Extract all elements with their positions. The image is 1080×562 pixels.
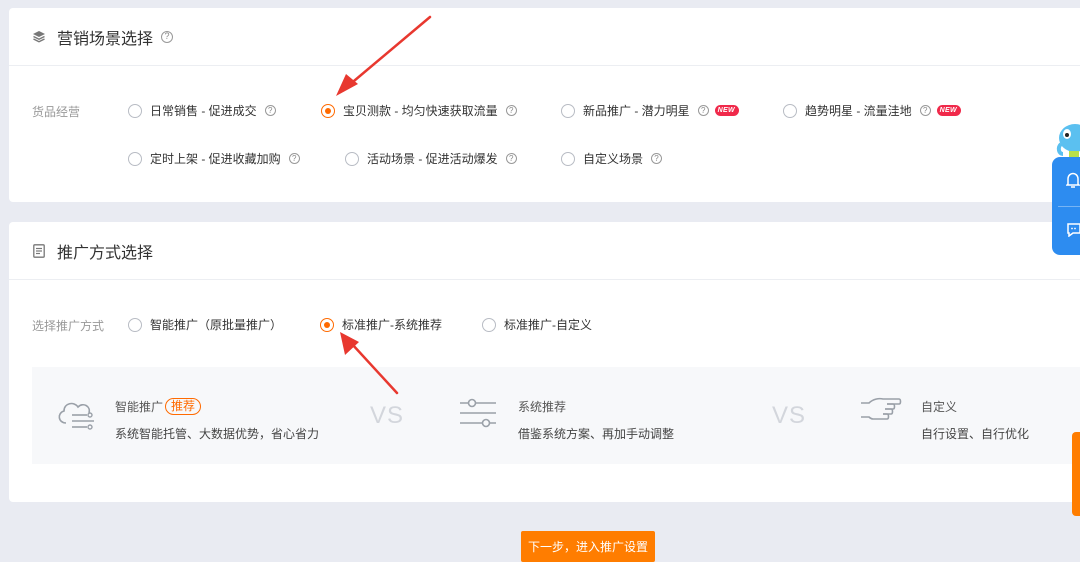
divider [1058, 206, 1080, 207]
marketing-scene-header: 营销场景选择 ? [9, 8, 1080, 66]
method-option-smart[interactable]: 智能推广（原批量推广） [128, 316, 282, 333]
sliders-icon [458, 395, 498, 434]
radio-button[interactable] [561, 151, 575, 166]
scene-option-activity[interactable]: 活动场景 - 促进活动爆发 ? [345, 150, 517, 167]
next-step-button[interactable]: 下一步，进入推广设置 [521, 531, 655, 562]
compare-smart: 智能推广 推荐 系统智能托管、大数据优势，省心省力 [115, 398, 319, 442]
scene-option-trend-star[interactable]: 趋势明星 - 流量洼地 ? NEW [783, 102, 961, 119]
help-icon[interactable]: ? [288, 153, 300, 164]
goods-operation-label: 货品经营 [32, 105, 81, 119]
help-icon[interactable]: ? [651, 153, 663, 164]
help-icon[interactable]: ? [505, 153, 517, 164]
compare-title: 自定义 [921, 400, 958, 414]
radio-button[interactable] [128, 317, 142, 332]
method-option-label: 标准推广-自定义 [504, 318, 592, 332]
floating-toolbar [1052, 157, 1080, 255]
method-option-standard-recommend[interactable]: 标准推广-系统推荐 [320, 316, 442, 333]
compare-desc: 借鉴系统方案、再加手动调整 [518, 427, 675, 441]
radio-button[interactable] [561, 103, 575, 118]
vs-label: VS [370, 402, 405, 429]
vs-label: VS [772, 402, 807, 429]
scene-option-product-test[interactable]: 宝贝测款 - 均匀快速获取流量 ? [321, 102, 517, 119]
chat-icon[interactable] [1066, 222, 1080, 240]
mascot-icon[interactable] [1055, 122, 1080, 158]
scene-option-new-product[interactable]: 新品推广 - 潜力明星 ? NEW [561, 102, 739, 119]
promotion-method-title: 推广方式选择 [57, 244, 154, 262]
method-option-standard-custom[interactable]: 标准推广-自定义 [482, 316, 592, 333]
marketing-scene-title: 营销场景选择 [57, 30, 154, 48]
scene-option-label: 自定义场景 [583, 152, 644, 166]
layers-icon [31, 29, 47, 45]
compare-system-recommend: 系统推荐 借鉴系统方案、再加手动调整 [518, 398, 674, 442]
scene-option-scheduled-listing[interactable]: 定时上架 - 促进收藏加购 ? [128, 150, 300, 167]
compare-title: 智能推广 [115, 400, 164, 414]
radio-button[interactable] [128, 151, 142, 166]
radio-button[interactable] [345, 151, 359, 166]
help-icon[interactable]: ? [919, 105, 931, 116]
side-feedback-tab[interactable] [1072, 432, 1080, 516]
help-icon[interactable]: ? [697, 105, 709, 116]
new-badge: NEW [714, 105, 739, 116]
cloud-flow-icon [54, 397, 100, 434]
scene-option-label: 定时上架 - 促进收藏加购 [150, 152, 281, 166]
method-option-label: 标准推广-系统推荐 [342, 318, 442, 332]
scene-option-label: 活动场景 - 促进活动爆发 [367, 152, 498, 166]
help-icon[interactable]: ? [505, 105, 517, 116]
compare-title: 系统推荐 [518, 400, 567, 414]
scene-option-label: 日常销售 - 促进成交 [150, 104, 257, 118]
method-comparison-panel: 智能推广 推荐 系统智能托管、大数据优势，省心省力 VS 系统推荐 借鉴系统方案… [32, 367, 1080, 464]
compare-desc: 系统智能托管、大数据优势，省心省力 [115, 427, 320, 441]
help-icon[interactable]: ? [264, 105, 276, 116]
hand-pointing-icon [859, 395, 903, 434]
radio-button-selected[interactable] [321, 103, 335, 118]
bell-icon[interactable] [1065, 172, 1080, 191]
compare-custom: 自定义 自行设置、自行优化 [921, 398, 1029, 442]
method-option-label: 智能推广（原批量推广） [150, 318, 283, 332]
compare-desc: 自行设置、自行优化 [921, 427, 1030, 441]
radio-button[interactable] [482, 317, 496, 332]
radio-button[interactable] [128, 103, 142, 118]
scene-option-label: 宝贝测款 - 均匀快速获取流量 [343, 104, 498, 118]
new-badge: NEW [936, 105, 961, 116]
scene-option-custom[interactable]: 自定义场景 ? [561, 150, 663, 167]
select-method-label: 选择推广方式 [32, 319, 105, 333]
radio-button[interactable] [783, 103, 797, 118]
radio-button-selected[interactable] [320, 317, 334, 332]
scene-option-daily-sales[interactable]: 日常销售 - 促进成交 ? [128, 102, 276, 119]
recommend-tag: 推荐 [165, 398, 202, 415]
help-icon[interactable]: ? [161, 30, 174, 43]
promotion-method-header: 推广方式选择 [9, 222, 1080, 280]
scene-option-label: 趋势明星 - 流量洼地 [805, 104, 912, 118]
document-icon [31, 243, 47, 259]
scene-option-label: 新品推广 - 潜力明星 [583, 104, 690, 118]
